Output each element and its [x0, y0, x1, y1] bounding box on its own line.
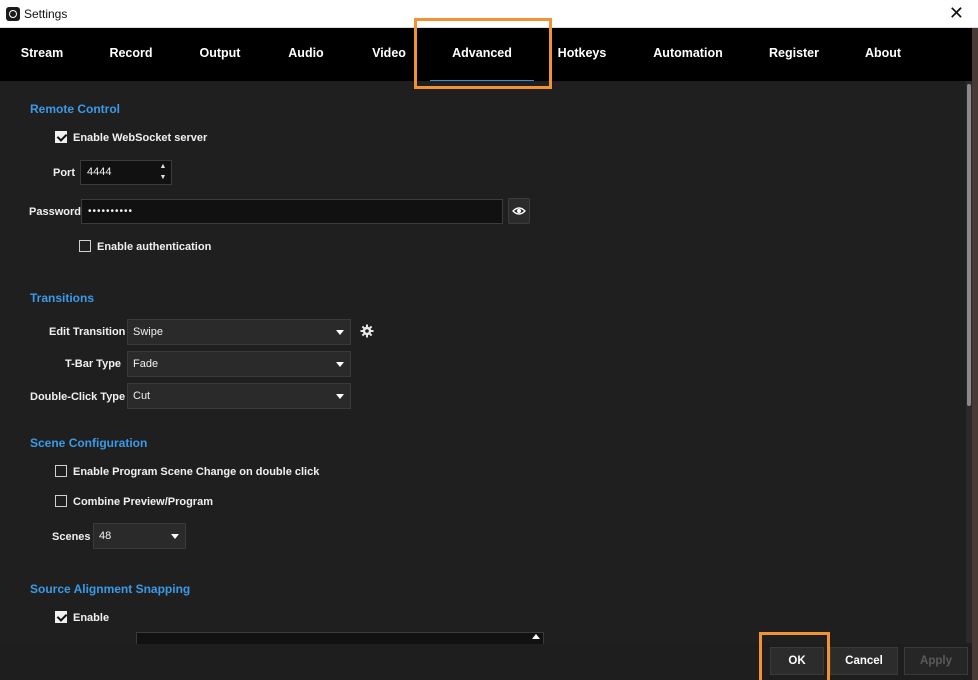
- program-scene-change-label: Enable Program Scene Change on double cl…: [73, 466, 320, 478]
- section-title-remote-control: Remote Control: [30, 102, 120, 116]
- edit-transition-value: Swipe: [133, 326, 163, 338]
- tbar-type-select[interactable]: Fade: [127, 351, 351, 377]
- section-title-transitions: Transitions: [30, 291, 95, 305]
- password-field[interactable]: ••••••••••: [81, 199, 503, 224]
- cancel-button[interactable]: Cancel: [830, 647, 898, 675]
- chevron-up-icon[interactable]: [532, 634, 540, 639]
- scenes-count-value: 48: [99, 530, 112, 542]
- section-title-source-alignment-snapping: Source Alignment Snapping: [30, 582, 191, 596]
- edit-transition-select[interactable]: Swipe: [127, 319, 351, 345]
- tbar-type-label: T-Bar Type: [65, 358, 122, 370]
- double-click-type-value: Cut: [133, 390, 151, 402]
- spin-up-icon[interactable]: ▲: [158, 162, 168, 172]
- spin-down-icon[interactable]: ▼: [158, 173, 168, 183]
- tab-output[interactable]: Output: [188, 28, 252, 81]
- snapping-enable-checkbox[interactable]: [55, 611, 67, 623]
- show-password-button[interactable]: [508, 198, 530, 224]
- edit-transition-label: Edit Transition: [49, 326, 126, 338]
- port-label: Port: [53, 167, 75, 179]
- double-click-type-select[interactable]: Cut: [127, 383, 351, 409]
- tab-video[interactable]: Video: [362, 28, 416, 81]
- chevron-down-icon: [171, 534, 179, 539]
- scenes-count-select[interactable]: 48: [93, 523, 186, 549]
- port-value: 4444: [87, 166, 112, 178]
- port-spinbox[interactable]: 4444 ▲ ▼: [80, 160, 172, 185]
- enable-authentication-label: Enable authentication: [97, 241, 212, 253]
- tab-advanced[interactable]: Advanced: [430, 28, 534, 81]
- enable-authentication-checkbox[interactable]: [79, 240, 91, 252]
- settings-tab-bar: Stream Record Output Audio Video Advance…: [0, 28, 972, 81]
- title-bar: Settings ✕: [0, 0, 978, 28]
- tab-hotkeys[interactable]: Hotkeys: [552, 28, 612, 81]
- chevron-down-icon: [336, 330, 344, 335]
- apply-button[interactable]: Apply: [904, 647, 968, 675]
- enable-websocket-label: Enable WebSocket server: [73, 132, 208, 144]
- window-title: Settings: [24, 7, 68, 21]
- tab-register[interactable]: Register: [764, 28, 824, 81]
- scenes-label: Scenes: [52, 531, 91, 543]
- dialog-footer: [0, 644, 972, 680]
- tab-record[interactable]: Record: [100, 28, 162, 81]
- tbar-type-value: Fade: [133, 358, 159, 370]
- enable-websocket-checkbox[interactable]: [55, 131, 67, 143]
- section-title-scene-configuration: Scene Configuration: [30, 436, 148, 450]
- scrollbar-thumb[interactable]: [967, 84, 971, 406]
- double-click-type-label: Double-Click Type: [30, 391, 126, 403]
- combine-preview-program-checkbox[interactable]: [55, 495, 67, 507]
- eye-icon: [512, 207, 526, 215]
- window-edge: [972, 28, 978, 680]
- snapping-enable-label: Enable: [73, 612, 110, 624]
- gear-icon[interactable]: [360, 324, 374, 338]
- ok-button[interactable]: OK: [770, 647, 824, 675]
- close-icon[interactable]: ✕: [949, 3, 964, 23]
- chevron-down-icon: [336, 362, 344, 367]
- password-label: Password: [29, 206, 81, 218]
- tab-about[interactable]: About: [858, 28, 908, 81]
- tab-audio[interactable]: Audio: [278, 28, 334, 81]
- combine-preview-program-label: Combine Preview/Program: [73, 496, 213, 508]
- program-scene-change-checkbox[interactable]: [55, 465, 67, 477]
- chevron-down-icon: [336, 394, 344, 399]
- tab-stream[interactable]: Stream: [10, 28, 74, 81]
- tab-automation[interactable]: Automation: [648, 28, 728, 81]
- app-logo-icon: [6, 7, 20, 21]
